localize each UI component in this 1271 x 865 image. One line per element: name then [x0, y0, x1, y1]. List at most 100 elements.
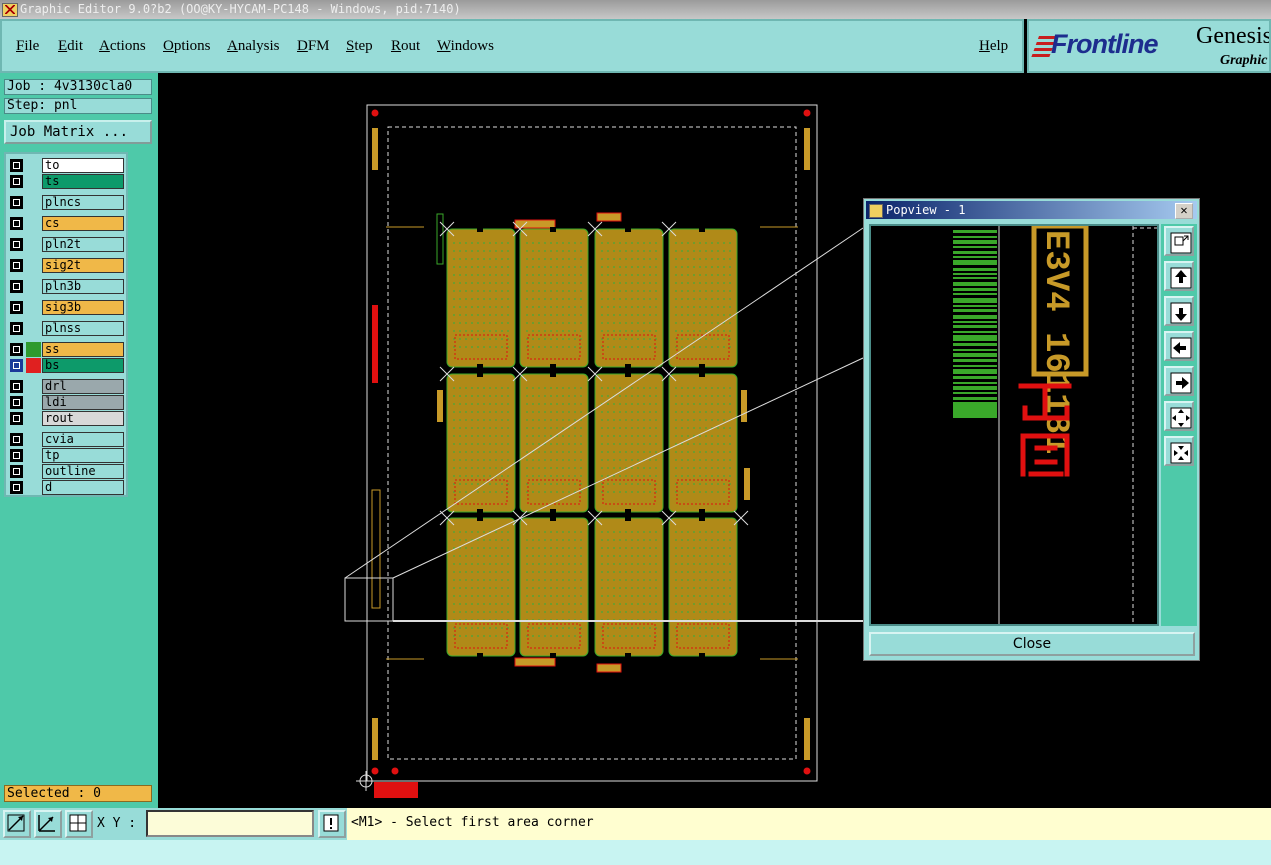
- menu-options[interactable]: Options: [163, 38, 211, 55]
- snap-grid-icon[interactable]: [65, 810, 93, 838]
- layer-checkbox[interactable]: [10, 380, 23, 393]
- layer-row-tp[interactable]: tp: [8, 448, 125, 463]
- bottom-coupon: [374, 782, 418, 798]
- layer-checkbox[interactable]: [10, 301, 23, 314]
- menu-analysis[interactable]: Analysis: [227, 38, 280, 55]
- layer-row-ldi[interactable]: ldi: [8, 395, 125, 410]
- layer-name[interactable]: outline: [42, 464, 124, 479]
- popview-title-bar[interactable]: Popview - 1 ✕: [866, 201, 1197, 219]
- fiducial-mark: [391, 767, 399, 775]
- alert-icon[interactable]: [318, 810, 346, 838]
- layer-name[interactable]: cvia: [42, 432, 124, 447]
- layer-checkbox[interactable]: [10, 396, 23, 409]
- layer-name[interactable]: cs: [42, 216, 124, 231]
- step-name: Step: pnl: [4, 98, 152, 114]
- fiducial-mark: [803, 109, 811, 117]
- layer-row-d[interactable]: d: [8, 480, 125, 495]
- pan-right-icon[interactable]: [1164, 366, 1194, 396]
- layer-name[interactable]: drl: [42, 379, 124, 394]
- layer-checkbox[interactable]: [10, 481, 23, 494]
- layer-row-outline[interactable]: outline: [8, 464, 125, 479]
- layer-checkbox[interactable]: [10, 259, 23, 272]
- layer-checkbox[interactable]: [10, 412, 23, 425]
- layer-checkbox[interactable]: [10, 433, 23, 446]
- layer-name[interactable]: rout: [42, 411, 124, 426]
- menu-windows[interactable]: Windows: [437, 38, 494, 55]
- popview-viewport[interactable]: E3V4 161181: [869, 224, 1159, 626]
- pcb-unit: [519, 228, 589, 368]
- zoom-area-icon[interactable]: [3, 810, 31, 838]
- layer-checkbox[interactable]: [10, 159, 23, 172]
- layer-checkbox[interactable]: [10, 449, 23, 462]
- frontline-logo: Frontline Genesis Graphic: [1027, 19, 1271, 73]
- edge-coupon: [596, 212, 622, 222]
- measure-icon[interactable]: [34, 810, 62, 838]
- layer-row-rout[interactable]: rout: [8, 411, 125, 426]
- layer-checkbox[interactable]: [10, 238, 23, 251]
- edge-coupon: [514, 657, 556, 667]
- menu-actions[interactable]: Actions: [99, 38, 146, 55]
- pan-up-icon[interactable]: [1164, 261, 1194, 291]
- layer-checkbox[interactable]: [10, 322, 23, 335]
- side-coupon: [804, 128, 810, 170]
- zoom-in-icon[interactable]: [1164, 401, 1194, 431]
- layer-checkbox[interactable]: [10, 217, 23, 230]
- layer-checkbox[interactable]: [10, 359, 23, 372]
- layer-row-to[interactable]: to: [8, 158, 125, 173]
- layer-row-pln3b[interactable]: pln3b: [8, 279, 125, 294]
- layer-name[interactable]: ss: [42, 342, 124, 357]
- edge-coupon: [744, 468, 750, 500]
- layer-row-bs[interactable]: bs: [8, 358, 125, 373]
- layer-name[interactable]: to: [42, 158, 124, 173]
- layer-row-cvia[interactable]: cvia: [8, 432, 125, 447]
- layer-name[interactable]: ts: [42, 174, 124, 189]
- pcb-unit: [668, 517, 738, 657]
- menu-help[interactable]: Help: [979, 38, 1008, 55]
- zoom-area-box: [344, 577, 394, 622]
- job-matrix-button[interactable]: Job Matrix ...: [4, 120, 152, 144]
- layer-name[interactable]: pln2t: [42, 237, 124, 252]
- layer-row-plncs[interactable]: plncs: [8, 195, 125, 210]
- layer-name[interactable]: plncs: [42, 195, 124, 210]
- layer-row-plnss[interactable]: plnss: [8, 321, 125, 336]
- layer-checkbox[interactable]: [10, 196, 23, 209]
- layer-checkbox[interactable]: [10, 343, 23, 356]
- zoom-out-icon[interactable]: [1164, 436, 1194, 466]
- layer-row-drl[interactable]: drl: [8, 379, 125, 394]
- pan-top-left-icon[interactable]: [1164, 226, 1194, 256]
- layer-name[interactable]: sig2t: [42, 258, 124, 273]
- layer-checkbox[interactable]: [10, 175, 23, 188]
- edge-coupon: [741, 390, 747, 422]
- popview-title: Popview - 1: [886, 203, 966, 217]
- popview-close-button[interactable]: Close: [869, 632, 1195, 656]
- popview-close-icon[interactable]: ✕: [1175, 203, 1193, 219]
- layer-name[interactable]: sig3b: [42, 300, 124, 315]
- layer-name[interactable]: bs: [42, 358, 124, 373]
- layer-row-ss[interactable]: ss: [8, 342, 125, 357]
- menu-edit[interactable]: Edit: [58, 38, 83, 55]
- corner-x-mark: [733, 510, 749, 526]
- menu-file[interactable]: File: [16, 38, 39, 55]
- layer-row-cs[interactable]: cs: [8, 216, 125, 231]
- menu-step[interactable]: Step: [346, 38, 373, 55]
- layer-checkbox[interactable]: [10, 280, 23, 293]
- pan-left-icon[interactable]: [1164, 331, 1194, 361]
- layer-name[interactable]: ldi: [42, 395, 124, 410]
- menu-dfm[interactable]: DFM: [297, 38, 330, 55]
- layer-name[interactable]: d: [42, 480, 124, 495]
- layer-checkbox[interactable]: [10, 465, 23, 478]
- xy-label: X Y :: [97, 816, 137, 831]
- layer-name[interactable]: tp: [42, 448, 124, 463]
- layer-name[interactable]: plnss: [42, 321, 124, 336]
- menu-rout[interactable]: Rout: [391, 38, 420, 55]
- edge-coupon: [514, 219, 556, 229]
- pcb-unit: [668, 228, 738, 368]
- layer-row-ts[interactable]: ts: [8, 174, 125, 189]
- pcb-unit: [594, 517, 664, 657]
- xy-input[interactable]: [146, 810, 314, 837]
- layer-row-sig2t[interactable]: sig2t: [8, 258, 125, 273]
- layer-row-sig3b[interactable]: sig3b: [8, 300, 125, 315]
- pan-down-icon[interactable]: [1164, 296, 1194, 326]
- layer-row-pln2t[interactable]: pln2t: [8, 237, 125, 252]
- layer-name[interactable]: pln3b: [42, 279, 124, 294]
